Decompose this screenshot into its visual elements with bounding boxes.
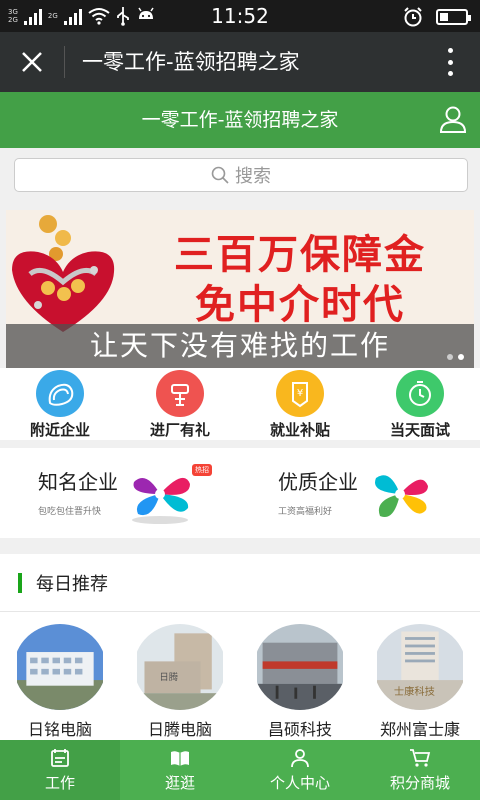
cart-icon (410, 748, 431, 767)
close-icon[interactable] (16, 46, 48, 78)
company-name: 日铭电脑 (27, 720, 92, 739)
search-section: 搜索 (0, 148, 480, 204)
search-input[interactable]: 搜索 (14, 158, 468, 192)
status-bar: 3G 2G 2G 11:52 (0, 0, 480, 32)
clock-icon (396, 370, 444, 417)
subsidy-icon: ¥ (276, 370, 324, 417)
section-accent-bar (18, 573, 22, 593)
nav-label: 逛逛 (164, 773, 195, 792)
quick-label: 当天面试 (389, 421, 450, 439)
bottom-nav: 工作 逛逛 个人中心 积分商城 (0, 740, 480, 800)
nav-item-profile[interactable]: 个人中心 (240, 740, 360, 800)
company-photo (257, 624, 343, 710)
gift-icon (156, 370, 204, 417)
carousel-dot-active[interactable] (458, 354, 464, 360)
wechat-page-title: 一零工作-蓝领招聘之家 (82, 50, 300, 74)
company-item[interactable]: 日腾 日腾电脑 (120, 612, 240, 740)
company-item[interactable]: 士康科技 郑州富士康 (360, 612, 480, 740)
daily-recommend-header: 每日推荐 (0, 554, 480, 612)
briefcase-icon (51, 748, 69, 767)
company-name: 日腾电脑 (147, 720, 212, 739)
colorful-logo-icon (375, 475, 428, 518)
nav-item-work[interactable]: 工作 (0, 740, 120, 800)
banner-subheadline: 免中介时代 (195, 282, 405, 328)
company-photo: 士康科技 (377, 624, 463, 710)
search-icon (211, 166, 229, 184)
company-name: 郑州富士康 (379, 720, 460, 739)
nav-label: 工作 (44, 773, 75, 792)
nav-label: 个人中心 (269, 773, 330, 792)
company-item[interactable]: 日铭电脑 (0, 612, 120, 740)
search-placeholder: 搜索 (235, 166, 271, 187)
quick-item-gift[interactable]: 进厂有礼 (120, 368, 240, 440)
book-icon (171, 750, 189, 766)
alarm-icon (404, 7, 422, 27)
quick-label: 附近企业 (29, 421, 90, 439)
status-right (402, 6, 471, 28)
quality-companies-card[interactable]: 优质企业 工资高福利好 (240, 448, 480, 538)
quick-menu: 附近企业 进厂有礼 ¥ 就业补贴 当天面试 (0, 368, 480, 440)
quick-label: 进厂有礼 (149, 421, 210, 439)
colorful-logo-icon (132, 477, 190, 524)
carousel-dots[interactable] (447, 354, 464, 360)
card-subtitle: 包吃包住晋升快 (38, 507, 102, 517)
site-title: 一零工作-蓝领招聘之家 (141, 109, 339, 131)
person-icon (291, 748, 309, 767)
nav-item-browse[interactable]: 逛逛 (120, 740, 240, 800)
company-item[interactable]: 昌硕科技 (240, 612, 360, 740)
quick-item-subsidy[interactable]: ¥ 就业补贴 (240, 368, 360, 440)
wechat-title-bar: 一零工作-蓝领招聘之家 (0, 32, 480, 92)
company-name: 昌硕科技 (267, 720, 332, 739)
quick-label: 就业补贴 (269, 421, 330, 439)
divider (64, 46, 65, 78)
site-header: 一零工作-蓝领招聘之家 (0, 92, 480, 148)
user-account-icon[interactable] (438, 104, 468, 134)
recommended-companies: 日铭电脑 日腾 日腾电脑 昌硕科技 士康科技 郑州富士康 (0, 612, 480, 740)
hot-badge: 热招 (192, 464, 212, 476)
svg-text:士康科技: 士康科技 (394, 685, 435, 698)
quick-item-nearby[interactable]: 附近企业 (0, 368, 120, 440)
card-title: 优质企业 (278, 470, 358, 494)
banner-slogan: 让天下没有难找的工作 (89, 329, 390, 362)
featured-categories: 知名企业 包吃包住晋升快 热招 优质企业 工资高福利好 (0, 448, 480, 538)
company-photo: 日腾 (137, 624, 223, 710)
quick-item-interview[interactable]: 当天面试 (360, 368, 480, 440)
card-subtitle: 工资高福利好 (278, 507, 333, 517)
nav-label: 积分商城 (389, 773, 450, 792)
card-title: 知名企业 (38, 470, 118, 494)
carousel-dot[interactable] (447, 354, 453, 360)
company-photo (17, 624, 103, 710)
svg-text:¥: ¥ (297, 388, 303, 399)
battery-icon (436, 9, 471, 25)
nearby-icon (36, 370, 84, 417)
more-menu-icon[interactable] (438, 46, 462, 78)
promo-banner[interactable]: 三百万保障金 免中介时代 让天下没有难找的工作 (6, 210, 474, 368)
nav-item-points-mall[interactable]: 积分商城 (360, 740, 480, 800)
section-title: 每日推荐 (36, 574, 108, 595)
svg-text:日腾: 日腾 (159, 671, 178, 683)
famous-companies-card[interactable]: 知名企业 包吃包住晋升快 热招 (0, 448, 240, 538)
